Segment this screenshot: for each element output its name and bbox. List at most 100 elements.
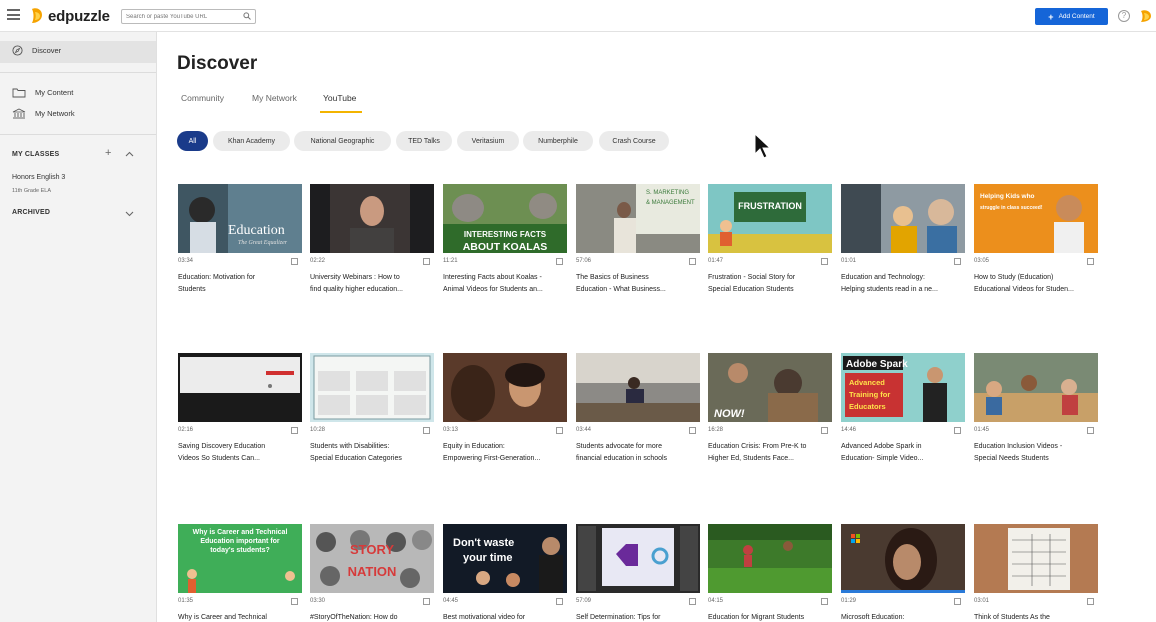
select-checkbox[interactable] <box>689 427 696 434</box>
video-thumbnail[interactable] <box>576 524 700 593</box>
select-checkbox[interactable] <box>954 598 961 605</box>
help-icon[interactable]: ? <box>1118 10 1130 22</box>
select-checkbox[interactable] <box>821 598 828 605</box>
add-content-button[interactable]: + Add Content <box>1035 8 1108 25</box>
video-thumbnail[interactable]: Why is Career and Technical Education im… <box>178 524 302 593</box>
select-checkbox[interactable] <box>423 258 430 265</box>
video-thumbnail[interactable]: NOW! <box>708 353 832 422</box>
video-title[interactable]: Best motivational video for <box>443 612 567 622</box>
search-icon[interactable] <box>243 12 251 20</box>
select-checkbox[interactable] <box>556 598 563 605</box>
sidebar-item-my-content[interactable]: My Content <box>12 87 73 98</box>
select-checkbox[interactable] <box>689 258 696 265</box>
video-title[interactable]: Education: Motivation for Students <box>178 272 302 296</box>
user-avatar-icon[interactable] <box>1139 9 1153 23</box>
video-thumbnail[interactable] <box>178 353 302 422</box>
video-title[interactable]: Students advocate for more financial educ… <box>576 441 700 465</box>
video-thumbnail[interactable]: FRUSTRATION <box>708 184 832 253</box>
select-checkbox[interactable] <box>954 258 961 265</box>
video-thumbnail[interactable] <box>708 524 832 593</box>
select-checkbox[interactable] <box>821 427 828 434</box>
video-title[interactable]: Advanced Adobe Spark in Education- Simple… <box>841 441 965 465</box>
video-thumbnail[interactable] <box>841 524 965 593</box>
video-title[interactable]: Students with Disabilities: Special Educa… <box>310 441 434 465</box>
video-title[interactable]: Interesting Facts about Koalas - Animal V… <box>443 272 567 296</box>
chevron-down-icon[interactable] <box>125 211 134 217</box>
video-title[interactable]: Education Crisis: From Pre-K to Higher Ed… <box>708 441 832 465</box>
plus-icon: + <box>1048 11 1054 22</box>
video-thumbnail[interactable] <box>974 524 1098 593</box>
video-thumbnail[interactable]: Don't waste your time <box>443 524 567 593</box>
tab-my-network[interactable]: My Network <box>252 93 297 103</box>
video-thumbnail[interactable] <box>576 353 700 422</box>
video-title[interactable]: Equity in Education: Empowering First-Gen… <box>443 441 567 465</box>
video-thumbnail[interactable]: INTERESTING FACTS ABOUT KOALAS <box>443 184 567 253</box>
select-checkbox[interactable] <box>954 427 961 434</box>
thumb-text: Don't waste <box>453 537 514 549</box>
filter-chip-national-geographic[interactable]: National Geographic <box>294 131 391 151</box>
select-checkbox[interactable] <box>291 427 298 434</box>
filter-chip-crash-course[interactable]: Crash Course <box>599 131 669 151</box>
video-title[interactable]: Why is Career and Technical <box>178 612 302 622</box>
filter-chip-numberphile[interactable]: Numberphile <box>523 131 593 151</box>
logo[interactable]: edpuzzle <box>29 7 110 25</box>
select-checkbox[interactable] <box>689 598 696 605</box>
select-checkbox[interactable] <box>291 598 298 605</box>
search-input[interactable] <box>121 9 256 24</box>
video-title[interactable]: How to Study (Education) Educational Vide… <box>974 272 1098 296</box>
select-checkbox[interactable] <box>556 427 563 434</box>
add-class-icon[interactable]: + <box>105 147 111 159</box>
select-checkbox[interactable] <box>1087 598 1094 605</box>
select-checkbox[interactable] <box>821 258 828 265</box>
video-title[interactable]: Saving Discovery Education Videos So Stud… <box>178 441 302 465</box>
video-title[interactable]: Education Inclusion Videos - Special Need… <box>974 441 1098 465</box>
folder-icon <box>12 88 26 98</box>
tab-youtube[interactable]: YouTube <box>323 93 356 103</box>
tab-community[interactable]: Community <box>181 93 224 103</box>
video-duration: 57:06 <box>576 258 592 264</box>
filter-chip-ted-talks[interactable]: TED Talks <box>396 131 452 151</box>
video-duration: 03:01 <box>974 598 990 604</box>
video-duration: 14:46 <box>841 427 857 433</box>
video-title[interactable]: Education and Technology: Helping student… <box>841 272 965 296</box>
video-title[interactable]: Frustration - Social Story for Special Ed… <box>708 272 832 296</box>
video-title[interactable]: Education for Migrant Students <box>708 612 832 622</box>
select-checkbox[interactable] <box>423 427 430 434</box>
video-thumbnail[interactable]: S. MARKETING & MANAGEMENT <box>576 184 700 253</box>
video-thumbnail[interactable] <box>974 353 1098 422</box>
video-thumbnail[interactable] <box>443 353 567 422</box>
video-thumbnail[interactable] <box>841 184 965 253</box>
select-checkbox[interactable] <box>1087 258 1094 265</box>
video-thumbnail[interactable]: STORY NATION <box>310 524 434 593</box>
video-thumbnail[interactable] <box>310 353 434 422</box>
filter-chip-veritasium[interactable]: Veritasium <box>457 131 519 151</box>
video-title[interactable]: Microsoft Education: <box>841 612 965 622</box>
video-duration: 02:16 <box>178 427 194 433</box>
select-checkbox[interactable] <box>291 258 298 265</box>
select-checkbox[interactable] <box>1087 427 1094 434</box>
video-thumbnail[interactable] <box>310 184 434 253</box>
sidebar-item-discover[interactable]: Discover <box>12 45 61 56</box>
filter-chip-all[interactable]: All <box>177 131 208 151</box>
video-thumbnail[interactable]: Education The Great Equalizer <box>178 184 302 253</box>
video-duration: 16:28 <box>708 427 724 433</box>
video-title[interactable]: University Webinars : How to find quality… <box>310 272 434 296</box>
select-checkbox[interactable] <box>423 598 430 605</box>
sidebar-item-my-network[interactable]: My Network <box>12 108 75 119</box>
video-title[interactable]: Self Determination: Tips for <box>576 612 700 622</box>
video-thumbnail[interactable]: Helping Kids who struggle in class succe… <box>974 184 1098 253</box>
filter-chip-khan-academy[interactable]: Khan Academy <box>213 131 290 151</box>
class-name[interactable]: Honors English 3 <box>12 174 65 181</box>
video-title[interactable]: Think of Students As the <box>974 612 1098 622</box>
video-thumbnail[interactable]: Adobe Spark Advanced Training for Educat… <box>841 353 965 422</box>
video-title[interactable]: The Basics of Business Education - What B… <box>576 272 700 296</box>
chevron-up-icon[interactable] <box>125 151 134 157</box>
svg-text:Educators: Educators <box>849 402 886 411</box>
menu-icon[interactable] <box>7 9 20 20</box>
video-title[interactable]: #StoryOfTheNation: How do <box>310 612 434 622</box>
thumb-text: NOW! <box>714 408 745 420</box>
archived-heading[interactable]: ARCHIVED <box>12 209 50 216</box>
video-duration: 01:29 <box>841 598 857 604</box>
compass-icon <box>12 45 23 56</box>
select-checkbox[interactable] <box>556 258 563 265</box>
